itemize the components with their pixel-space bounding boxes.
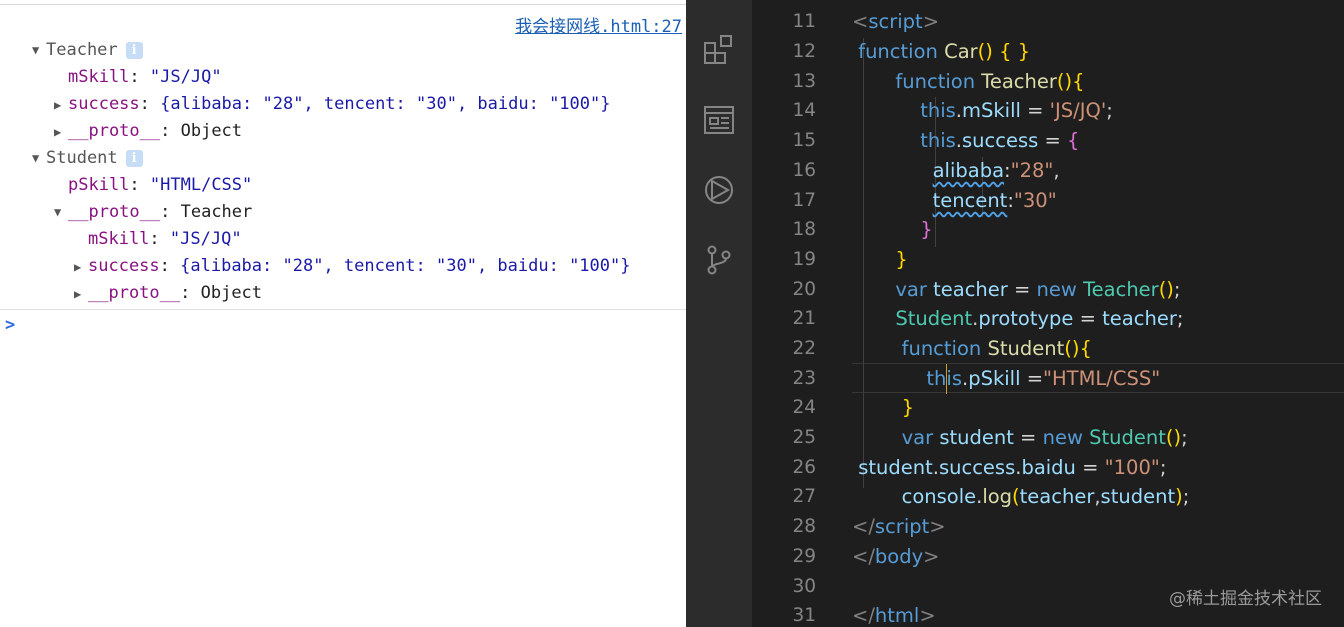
student-label: Student [46, 148, 118, 168]
code-line[interactable]: 14 this.mSkill = 'JS/JQ'; [752, 96, 1344, 126]
expand-down-icon[interactable]: ▼ [32, 37, 46, 64]
source-control-icon[interactable] [686, 240, 752, 280]
pskill-key: pSkill [68, 175, 130, 195]
code-line[interactable]: 27 console.log(teacher,student); [752, 482, 1344, 512]
expand-right-icon[interactable]: ▶ [54, 92, 68, 119]
teacher-proto-row[interactable]: ▶ __proto__: Object [54, 118, 242, 145]
mskill-value: "JS/JQ" [149, 67, 222, 87]
expand-right-icon[interactable]: ▶ [74, 281, 88, 308]
code-line[interactable]: 20 var teacher = new Teacher(); [752, 275, 1344, 305]
code-line[interactable]: 25 var student = new Student(); [752, 423, 1344, 453]
code-line[interactable]: 21 Student.prototype = teacher; [752, 304, 1344, 334]
expand-right-icon[interactable]: ▶ [54, 119, 68, 146]
code-line[interactable]: 26 student.success.baidu = "100"; [752, 453, 1344, 483]
code-line[interactable]: 19 } [752, 245, 1344, 275]
code-line[interactable]: 11 <script> [752, 7, 1344, 37]
proto-value: Teacher [180, 202, 253, 222]
run-debug-icon[interactable] [686, 170, 752, 210]
code-editor[interactable]: 11 <script> 12 function Car() { } 13 func… [752, 0, 1344, 627]
expand-down-icon[interactable]: ▼ [54, 199, 68, 226]
teacher-mskill-row: mSkill: "JS/JQ" [68, 67, 222, 87]
proto-value: Object [180, 121, 243, 141]
teacher-object-row[interactable]: ▼ Teacher i [32, 37, 143, 64]
proto-key: __proto__ [68, 121, 161, 141]
success-value: {alibaba: "28", tencent: "30", baidu: "1… [160, 94, 611, 114]
code-line[interactable]: 28 </script> [752, 512, 1344, 542]
activity-bar [686, 0, 752, 627]
code-line[interactable]: 29 </body> [752, 542, 1344, 572]
watermark: @稀土掘金技术社区 [1169, 589, 1322, 609]
student-proto-row[interactable]: ▼ __proto__: Teacher [54, 199, 252, 226]
pskill-value: "HTML/CSS" [149, 175, 253, 195]
code-line[interactable]: 23 this.pSkill ="HTML/CSS" [752, 364, 1344, 394]
teacher-label: Teacher [46, 40, 118, 60]
expand-down-icon[interactable]: ▼ [32, 145, 46, 172]
browser-preview-icon[interactable] [686, 100, 752, 140]
proto-value: Object [200, 283, 263, 303]
console-prompt[interactable]: > [5, 315, 15, 335]
expand-right-icon[interactable]: ▶ [74, 254, 88, 281]
code-line[interactable]: 17 tencent:"30" [752, 186, 1344, 216]
success-key: success [68, 94, 140, 114]
code-line[interactable]: 12 function Car() { } [752, 37, 1344, 67]
teacher-success-row[interactable]: ▶ success: {alibaba: "28", tencent: "30",… [54, 91, 610, 118]
console-separator [0, 309, 686, 310]
mskill-value: "JS/JQ" [169, 229, 242, 249]
info-icon[interactable]: i [125, 149, 143, 167]
code-line[interactable]: 18 } [752, 215, 1344, 245]
student-inner-mskill-row: mSkill: "JS/JQ" [88, 229, 242, 249]
code-line[interactable]: 16 alibaba:"28", [752, 156, 1344, 186]
code-line[interactable]: 24 } [752, 393, 1344, 423]
success-value: {alibaba: "28", tencent: "30", baidu: "1… [180, 256, 631, 276]
code-line[interactable]: 15 this.success = { [752, 126, 1344, 156]
devtools-console: 我会接网线.html:27 ▼ Teacher i mSkill: "JS/JQ" … [0, 0, 686, 627]
student-inner-success-row[interactable]: ▶ success: {alibaba: "28", tencent: "30",… [74, 253, 630, 280]
code-line[interactable]: 13 function Teacher(){ [752, 67, 1344, 97]
proto-key: __proto__ [68, 202, 161, 222]
extensions-icon[interactable] [686, 30, 752, 70]
student-inner-proto-row[interactable]: ▶ __proto__: Object [74, 280, 262, 307]
student-object-row[interactable]: ▼ Student i [32, 145, 143, 172]
success-key: success [88, 256, 160, 276]
proto-key: __proto__ [88, 283, 181, 303]
mskill-key: mSkill [88, 229, 150, 249]
console-top-border [0, 4, 686, 5]
code-line[interactable]: 22 function Student(){ [752, 334, 1344, 364]
console-source-link[interactable]: 我会接网线.html:27 [515, 12, 682, 37]
info-icon[interactable]: i [125, 41, 143, 59]
student-pskill-row: pSkill: "HTML/CSS" [68, 175, 253, 195]
mskill-key: mSkill [68, 67, 130, 87]
